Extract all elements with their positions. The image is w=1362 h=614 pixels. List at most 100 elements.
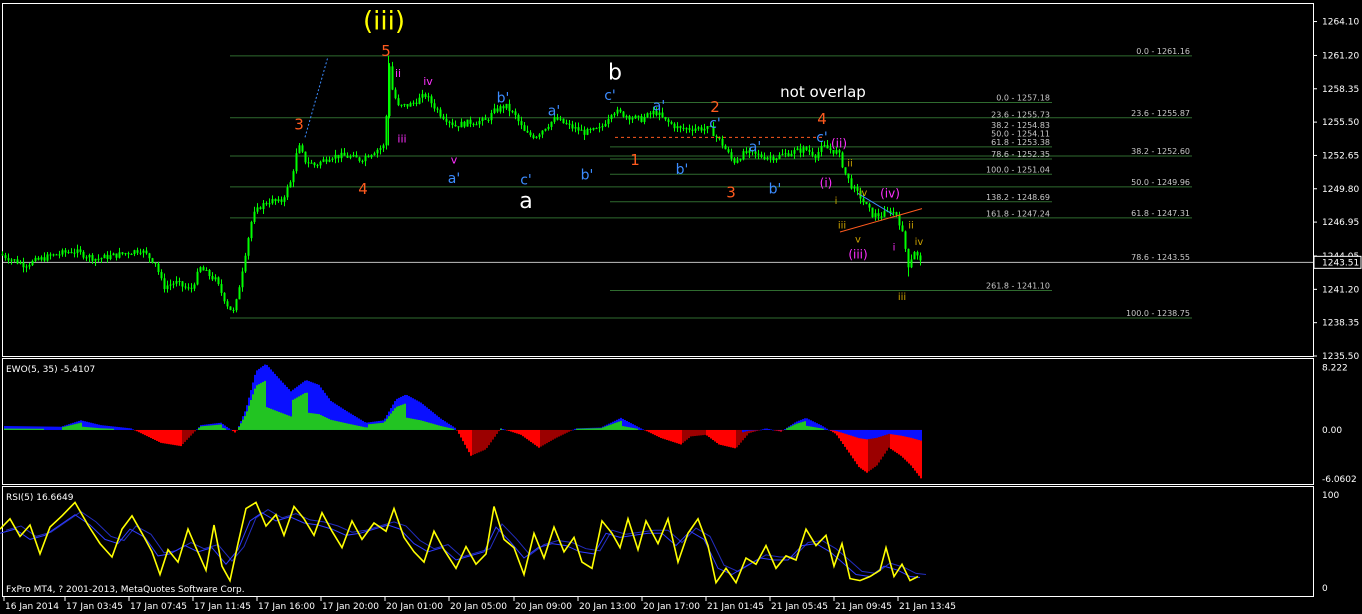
ewo-bar bbox=[208, 425, 210, 430]
candle-body bbox=[361, 160, 364, 162]
candle-body bbox=[562, 118, 565, 124]
ewo-bar bbox=[828, 429, 830, 431]
ewo-bar bbox=[890, 429, 892, 435]
ewo-bar bbox=[110, 428, 112, 430]
ewo-bar bbox=[458, 429, 460, 434]
ewo-bar bbox=[96, 427, 98, 430]
candle-body bbox=[304, 151, 307, 163]
ewo-bar bbox=[28, 428, 30, 430]
ewo-bar bbox=[562, 429, 564, 435]
candle-body bbox=[679, 126, 682, 128]
ewo-bar bbox=[286, 414, 288, 430]
ewo-bar bbox=[54, 426, 56, 430]
ewo-bar bbox=[510, 429, 512, 432]
candle-body bbox=[472, 123, 475, 125]
ewo-bar bbox=[406, 417, 408, 430]
ewo-bar bbox=[48, 426, 50, 430]
wave-label: 4 bbox=[358, 180, 368, 198]
candle-body bbox=[352, 155, 355, 157]
ewo-bar bbox=[494, 429, 496, 437]
ewo-bar bbox=[64, 426, 66, 430]
candle-body bbox=[634, 115, 637, 119]
ewo-bar bbox=[796, 423, 798, 430]
ewo-bar bbox=[392, 410, 394, 430]
ewo-bar bbox=[648, 429, 650, 433]
ewo-bar bbox=[712, 429, 714, 441]
wave-label: (ii) bbox=[831, 136, 847, 150]
candle-body bbox=[100, 258, 103, 260]
ewo-bar bbox=[716, 429, 718, 443]
candle-body bbox=[163, 278, 166, 290]
ewo-bar bbox=[452, 428, 454, 430]
candle-body bbox=[589, 129, 592, 131]
rsi-tick-label: 0 bbox=[1322, 584, 1328, 594]
ewo-bar bbox=[104, 428, 106, 430]
candle-body bbox=[802, 147, 805, 153]
candle-body bbox=[727, 149, 730, 153]
candle-body bbox=[523, 125, 526, 131]
candle-body bbox=[904, 231, 907, 249]
ewo-bar bbox=[80, 422, 82, 430]
ewo-bar bbox=[258, 384, 260, 430]
ewo-bar bbox=[318, 414, 320, 430]
ewo-bar bbox=[190, 429, 192, 436]
candle-body bbox=[55, 254, 58, 256]
ewo-bar bbox=[622, 426, 624, 430]
ewo-bar bbox=[702, 429, 704, 436]
candle-body bbox=[481, 118, 484, 122]
candle-body bbox=[202, 267, 205, 271]
ewo-bar bbox=[572, 429, 574, 431]
ewo-bar bbox=[232, 429, 234, 432]
candle-body bbox=[628, 116, 631, 120]
ewo-bar bbox=[438, 425, 440, 430]
ewo-bar bbox=[870, 429, 872, 439]
ewo-bar bbox=[666, 429, 668, 440]
ewo-bar bbox=[842, 429, 844, 434]
candle-body bbox=[22, 262, 25, 268]
ewo-bar bbox=[370, 424, 372, 430]
fib-level-label: 138.2 - 1248.69 bbox=[986, 193, 1050, 202]
candle-body bbox=[502, 106, 505, 109]
candle-body bbox=[769, 156, 772, 158]
candle-body bbox=[160, 272, 163, 279]
ewo-bar bbox=[498, 429, 500, 432]
candle-body bbox=[85, 257, 88, 259]
candle-body bbox=[424, 94, 427, 97]
candle-body bbox=[868, 204, 871, 208]
candle-body bbox=[871, 207, 874, 218]
platform-copyright: FxPro MT4, ? 2001-2013, MetaQuotes Softw… bbox=[6, 585, 245, 595]
candle-body bbox=[340, 152, 343, 159]
ewo-bar bbox=[764, 428, 766, 430]
ewo-bar bbox=[480, 429, 482, 452]
ewo-bar bbox=[806, 425, 808, 430]
ewo-bar bbox=[16, 428, 18, 430]
ewo-bar bbox=[844, 429, 846, 434]
ewo-bar bbox=[132, 429, 134, 430]
candle-body bbox=[238, 287, 241, 300]
candle-body bbox=[874, 213, 877, 218]
ewo-bar bbox=[256, 385, 258, 430]
ewo-bar bbox=[478, 429, 480, 453]
candle-body bbox=[181, 281, 184, 287]
candle-body bbox=[283, 197, 286, 202]
ewo-bar bbox=[320, 415, 322, 430]
candle-body bbox=[124, 253, 127, 255]
ewo-bar bbox=[98, 428, 100, 430]
ewo-bar bbox=[598, 428, 600, 430]
candle-body bbox=[376, 149, 379, 154]
ewo-bar bbox=[292, 399, 294, 430]
ewo-bar bbox=[38, 428, 40, 430]
candle-body bbox=[622, 111, 625, 117]
ewo-bar bbox=[784, 429, 786, 430]
ewo-bar bbox=[820, 428, 822, 430]
time-tick-label: 17 Jan 16:00 bbox=[258, 602, 315, 612]
candle-body bbox=[367, 156, 370, 158]
ewo-bar bbox=[236, 429, 238, 431]
ewo-bar bbox=[850, 429, 852, 436]
ewo-bar bbox=[160, 429, 162, 443]
ewo-bar bbox=[874, 429, 876, 439]
candle-body bbox=[436, 108, 439, 110]
candle-body bbox=[394, 89, 397, 99]
candle-body bbox=[427, 96, 430, 98]
candle-body bbox=[277, 199, 280, 202]
